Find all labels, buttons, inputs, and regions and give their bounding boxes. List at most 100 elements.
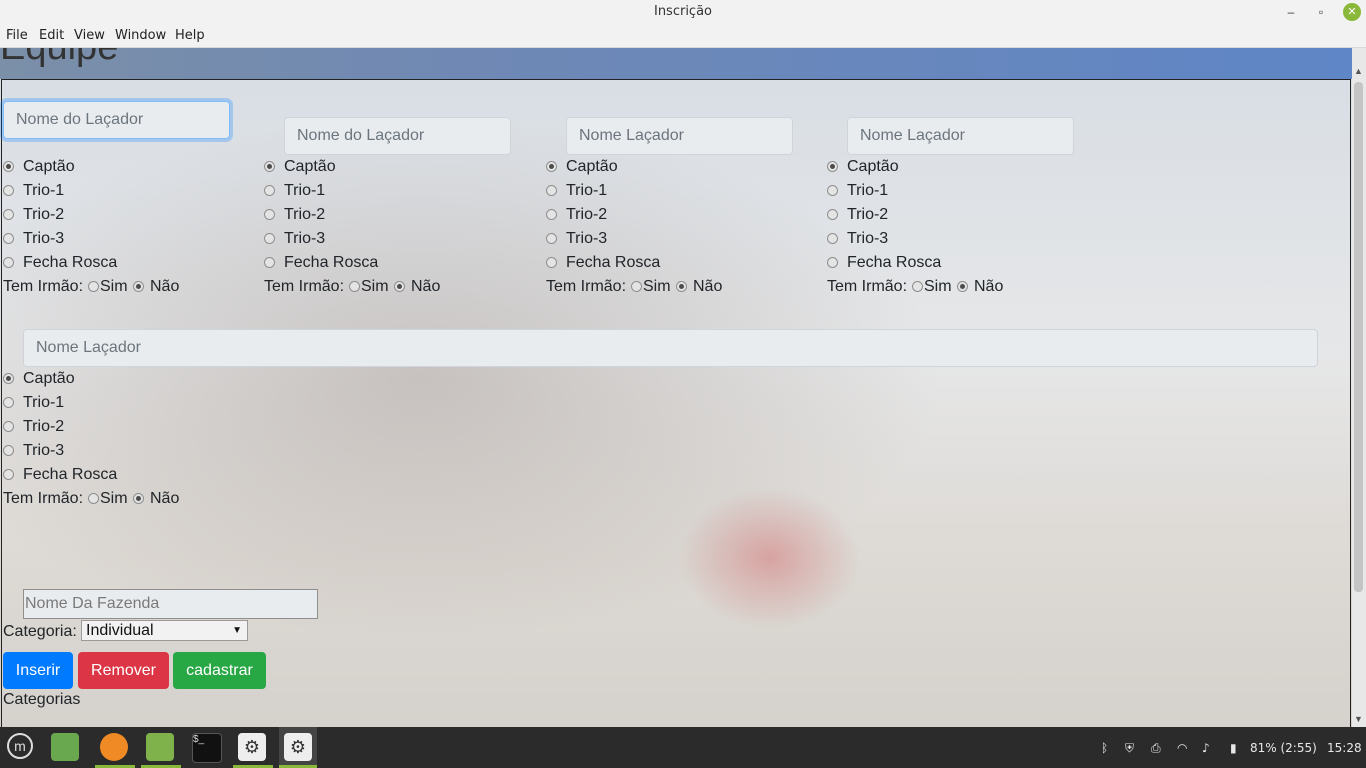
position-radio[interactable] [264,257,275,268]
position-radio[interactable] [3,161,14,172]
position-radio[interactable] [546,233,557,244]
categoria-label: Categoria: [3,623,77,640]
settings-active-icon[interactable]: ⚙ [284,733,312,761]
window-titlebar: Inscrição – ▫ ✕ [0,0,1366,24]
position-label: Trio-3 [284,230,326,247]
position-radio[interactable] [546,209,557,220]
irmao-sim-radio[interactable] [88,493,99,504]
position-label: Trio-2 [23,206,65,223]
menu-edit[interactable]: Edit [39,28,64,43]
irmao-nao-radio[interactable] [394,281,405,292]
terminal-icon[interactable]: $_ [192,733,222,763]
position-radio[interactable] [827,209,838,220]
irmao-nao-radio[interactable] [133,493,144,504]
scroll-up-arrow-icon[interactable]: ▲ [1354,66,1363,76]
position-radio[interactable] [827,185,838,196]
irmao-sim-radio[interactable] [88,281,99,292]
window-title: Inscrição [653,4,713,19]
lacador-name-input[interactable] [847,117,1074,155]
irmao-option-label: Não [150,490,180,507]
irmao-nao-radio[interactable] [957,281,968,292]
irmao-sim-radio[interactable] [631,281,642,292]
bluetooth-icon[interactable]: ᛒ [1101,741,1108,755]
position-radio[interactable] [546,257,557,268]
position-radio[interactable] [3,209,14,220]
position-radio[interactable] [827,233,838,244]
position-label: Trio-1 [23,182,65,199]
categorias-heading: Categorias [3,691,81,708]
lacador-name-input[interactable] [23,329,1318,367]
fazenda-input[interactable] [23,589,318,619]
irmao-sim-radio[interactable] [912,281,923,292]
position-label: Trio-1 [23,394,65,411]
irmao-option-label: Não [150,278,180,295]
position-label: Trio-2 [23,418,65,435]
position-label: Trio-2 [284,206,326,223]
position-radio[interactable] [3,373,14,384]
menu-help[interactable]: Help [175,28,205,43]
battery-icon[interactable]: ▮ [1230,741,1237,755]
position-radio[interactable] [3,469,14,480]
irmao-option-label: Sim [361,278,389,295]
shield-icon[interactable]: ⛨ [1125,741,1134,756]
lacador-name-input[interactable] [284,117,511,155]
position-radio[interactable] [3,397,14,408]
settings-icon[interactable]: ⚙ [238,733,266,761]
categoria-select[interactable]: Individual ▼ [81,620,248,641]
battery-status: 81% (2:55) [1250,741,1317,755]
menu-window[interactable]: Window [115,28,166,43]
position-label: Trio-2 [847,206,889,223]
cadastrar-button[interactable]: cadastrar [173,652,266,689]
position-label: Trio-3 [23,442,65,459]
position-label: Captão [23,370,75,387]
position-radio[interactable] [3,185,14,196]
menu-file[interactable]: File [6,28,28,43]
minimize-icon[interactable]: – [1282,3,1300,21]
lacador-name-input[interactable] [566,117,793,155]
position-label: Fecha Rosca [23,466,118,483]
position-radio[interactable] [827,257,838,268]
firefox-icon[interactable] [100,733,128,761]
position-radio[interactable] [3,233,14,244]
position-label: Captão [566,158,618,175]
position-label: Trio-3 [847,230,889,247]
position-radio[interactable] [827,161,838,172]
irmao-option-label: Sim [100,490,128,507]
irmao-option-label: Sim [100,278,128,295]
lacador-name-input[interactable] [3,101,230,139]
remover-button[interactable]: Remover [78,652,169,689]
menu-view[interactable]: View [74,28,105,43]
maximize-icon[interactable]: ▫ [1312,3,1330,21]
folder-icon[interactable] [146,733,174,761]
printer-icon[interactable]: ⎙ [1151,741,1161,756]
irmao-nao-radio[interactable] [133,281,144,292]
position-radio[interactable] [264,161,275,172]
wifi-icon[interactable]: ◠ [1177,741,1187,755]
position-label: Captão [847,158,899,175]
inserir-button[interactable]: Inserir [3,652,73,689]
position-label: Trio-1 [284,182,326,199]
page-title: Equipe [0,48,118,69]
mint-menu-icon[interactable]: m [7,733,33,759]
clock[interactable]: 15:28 [1327,741,1362,755]
files-icon[interactable] [51,733,79,761]
irmao-option-label: Sim [924,278,952,295]
tem-irmao-label: Tem Irmão: [3,278,84,295]
position-radio[interactable] [264,233,275,244]
position-label: Fecha Rosca [284,254,379,271]
scroll-down-arrow-icon[interactable]: ▼ [1354,714,1363,724]
irmao-nao-radio[interactable] [676,281,687,292]
scrollbar-thumb[interactable] [1354,82,1363,592]
close-icon[interactable]: ✕ [1343,3,1361,21]
tem-irmao-label: Tem Irmão: [3,490,84,507]
position-radio[interactable] [546,161,557,172]
position-radio[interactable] [264,209,275,220]
position-radio[interactable] [3,257,14,268]
position-radio[interactable] [3,421,14,432]
menu-bar: File Edit View Window Help [0,24,1366,48]
volume-icon[interactable]: ♪ [1202,741,1210,755]
irmao-sim-radio[interactable] [349,281,360,292]
position-radio[interactable] [546,185,557,196]
position-radio[interactable] [3,445,14,456]
position-radio[interactable] [264,185,275,196]
